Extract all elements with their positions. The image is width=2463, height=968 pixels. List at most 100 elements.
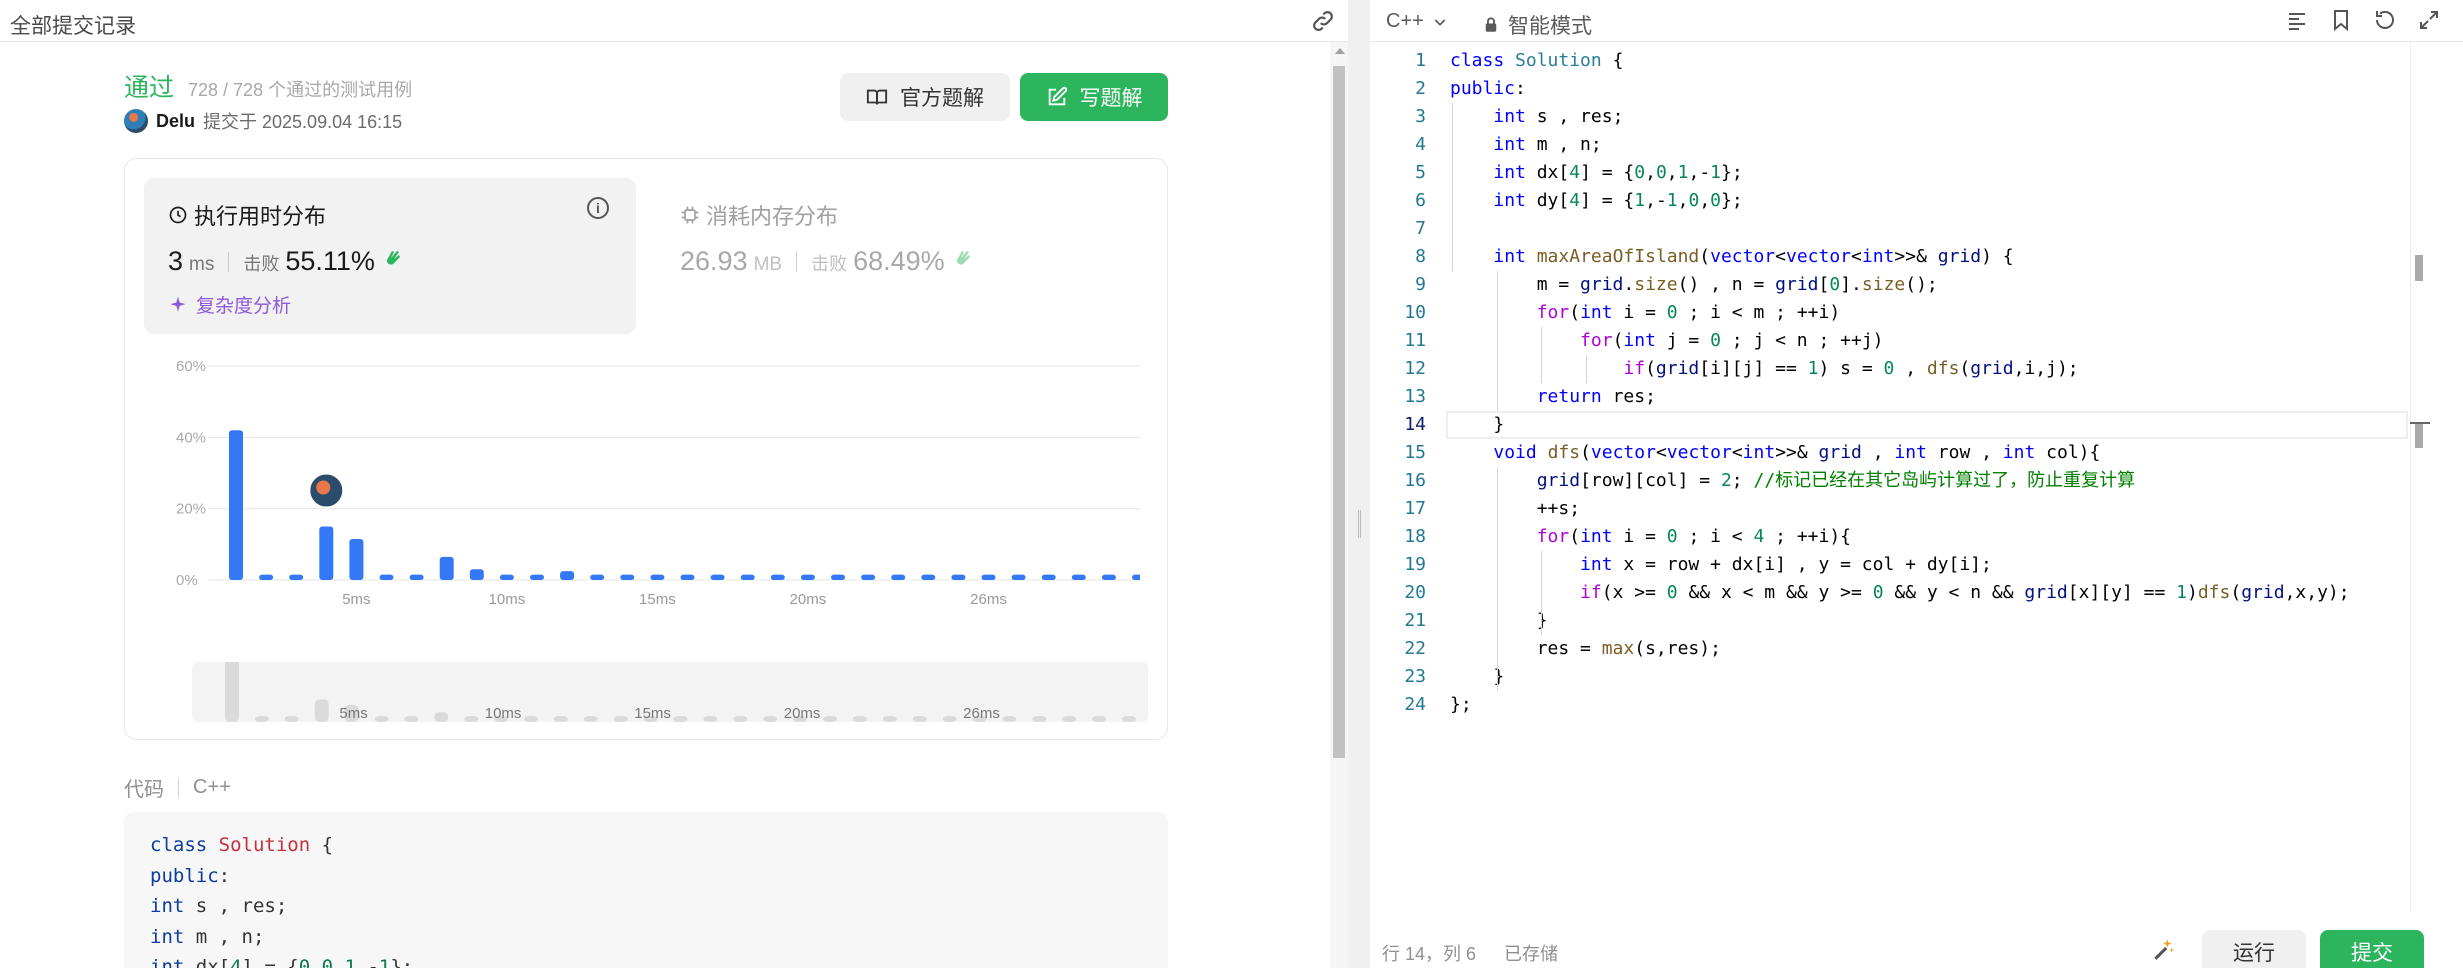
code-editor[interactable]: 1 class Solution {2 public: 3 int s , res; 4… <box>1370 50 2410 735</box>
write-solution-button[interactable]: 写题解 <box>1020 73 1168 121</box>
chart-bar <box>620 574 635 580</box>
bookmark-icon[interactable] <box>2329 8 2353 32</box>
editor-line[interactable]: 24}; <box>1370 691 2410 719</box>
editor-line[interactable]: 18 for(int i = 0 ; i < 4 ; ++i){ <box>1370 523 2410 551</box>
editor-line[interactable]: 9 m = grid.size() , n = grid[0].size(); <box>1370 271 2410 299</box>
chevron-down-icon <box>1434 18 1446 26</box>
chart-bar <box>1132 574 1140 580</box>
line-number: 12 <box>1404 358 1426 379</box>
editor-line[interactable]: 16 grid[row][col] = 2; //标记已经在其它岛屿计算过了，防… <box>1370 467 2410 495</box>
chart-bar <box>319 526 334 580</box>
author-name[interactable]: Delu <box>156 111 195 132</box>
editor-line[interactable]: 23 } <box>1370 663 2410 691</box>
minimap-bar <box>942 716 957 722</box>
language-select[interactable]: C++ <box>1386 10 1448 33</box>
minimap-bar <box>464 716 479 722</box>
runtime-value: 3 ms 击败 55.11% <box>168 246 405 277</box>
editor-overview-ruler[interactable] <box>2410 42 2428 912</box>
line-code: public: <box>1450 78 1526 99</box>
user-marker-avatar-detail <box>316 480 331 495</box>
chart-bar <box>680 574 695 580</box>
editor-mode[interactable]: 智能模式 <box>1482 10 1592 40</box>
clock-icon <box>169 206 187 224</box>
editor-line[interactable]: 4 int m , n; <box>1370 131 2410 159</box>
editor-line[interactable]: 5 int dx[4] = {0,0,1,-1}; <box>1370 159 2410 187</box>
line-code: int dx[4] = {0,0,1,-1}; <box>1493 162 1743 183</box>
editor-line[interactable]: 10 for(int i = 0 ; i < m ; ++i) <box>1370 299 2410 327</box>
expand-icon[interactable] <box>2417 8 2441 32</box>
runtime-beat-label: 击败 <box>243 254 280 274</box>
y-tick-label: 40% <box>176 429 206 446</box>
info-icon[interactable]: i <box>587 197 609 219</box>
editor-line[interactable]: 13 return res; <box>1370 383 2410 411</box>
runtime-unit: ms <box>189 254 215 275</box>
code-line: public: <box>150 864 231 887</box>
runtime-distribution-chart[interactable]: 60% 40% 20% 0% 5ms 10ms 15ms 20ms 26ms <box>150 350 1140 650</box>
editor-line[interactable]: 14 } <box>1370 411 2410 439</box>
editor-line[interactable]: 19 int x = row + dx[i] , y = col + dy[i]… <box>1370 551 2410 579</box>
editor-line[interactable]: 12 if(grid[i][j] == 1) s = 0 , dfs(grid,… <box>1370 355 2410 383</box>
line-number: 7 <box>1415 218 1426 239</box>
memory-title[interactable]: 消耗内存分布 <box>680 199 838 231</box>
line-code: res = max(s,res); <box>1450 638 1721 659</box>
line-number: 4 <box>1415 134 1426 155</box>
link-icon[interactable] <box>1310 8 1336 34</box>
line-number: 13 <box>1404 386 1426 407</box>
official-solution-button[interactable]: 官方题解 <box>840 73 1010 121</box>
minimap-bar <box>703 716 718 722</box>
chart-bar <box>1041 574 1056 580</box>
chart-bar <box>891 574 906 580</box>
minimap-bar <box>852 716 867 722</box>
chart-bar <box>259 574 274 580</box>
complexity-label: 复杂度分析 <box>196 296 292 317</box>
scrollbar-thumb[interactable] <box>1333 66 1345 758</box>
cursor-position: 行 14，列 6 <box>1382 944 1477 964</box>
submitted-code[interactable]: class Solution { public: int s , res; in… <box>124 812 1168 968</box>
editor-line[interactable]: 6 int dy[4] = {1,-1,0,0}; <box>1370 187 2410 215</box>
format-icon[interactable] <box>2285 8 2309 32</box>
runtime-title: 执行用时分布 <box>168 199 326 231</box>
editor-toolbar <box>2285 8 2441 32</box>
minimap-bar <box>1092 716 1107 722</box>
scroll-up-arrow[interactable] <box>1335 48 1345 54</box>
chart-bar <box>861 574 876 580</box>
code-lang: C++ <box>193 776 231 798</box>
chart-bar <box>349 538 364 580</box>
run-button[interactable]: 运行 <box>2202 930 2306 968</box>
line-number: 5 <box>1415 162 1426 183</box>
editor-line[interactable]: 11 for(int j = 0 ; j < n ; ++j) <box>1370 327 2410 355</box>
complexity-analysis-link[interactable]: 复杂度分析 <box>168 291 291 318</box>
ai-assistant-icon[interactable] <box>2150 936 2176 962</box>
editor-line[interactable]: 15 void dfs(vector<vector<int>>& grid , … <box>1370 439 2410 467</box>
code-line: int m , n; <box>150 925 265 948</box>
panel-title: 全部提交记录 <box>10 15 136 38</box>
runtime-title-label: 执行用时分布 <box>194 204 327 229</box>
line-code: void dfs(vector<vector<int>>& grid , int… <box>1493 442 2101 463</box>
editor-line[interactable]: 21 } <box>1370 607 2410 635</box>
editor-line[interactable]: 7 <box>1370 215 2410 243</box>
overview-marker <box>2415 422 2423 448</box>
editor-line[interactable]: 3 int s , res; <box>1370 103 2410 131</box>
submit-button[interactable]: 提交 <box>2320 930 2424 968</box>
editor-line[interactable]: 8 int maxAreaOfIsland(vector<vector<int>… <box>1370 243 2410 271</box>
chart-minimap[interactable]: 5ms 10ms 15ms 20ms 26ms <box>192 662 1148 722</box>
editor-line[interactable]: 17 ++s; <box>1370 495 2410 523</box>
indent-guide <box>1496 271 1498 411</box>
editor-line[interactable]: 22 res = max(s,res); <box>1370 635 2410 663</box>
chart-bar <box>1101 574 1116 580</box>
line-code: }; <box>1450 694 1472 715</box>
editor-line[interactable]: 20 if(x >= 0 && x < m && y >= 0 && y < n… <box>1370 579 2410 607</box>
line-code: int m , n; <box>1493 134 1602 155</box>
resize-handle[interactable] <box>1358 510 1361 538</box>
editor-line[interactable]: 2 public: <box>1370 75 2410 103</box>
reset-icon[interactable] <box>2373 8 2397 32</box>
chart-bar <box>1071 574 1086 580</box>
panel-resizer[interactable] <box>1348 0 1370 968</box>
editor-line[interactable]: 1 class Solution { <box>1370 47 2410 75</box>
submission-status: 通过 728 / 728 个通过的测试用例 <box>124 68 412 104</box>
status-passed: 通过 <box>124 74 175 102</box>
minimap-bar <box>254 716 269 722</box>
line-code: grid[row][col] = 2; //标记已经在其它岛屿计算过了，防止重复… <box>1536 470 2136 491</box>
avatar[interactable] <box>124 109 148 133</box>
chart-bar <box>951 574 966 580</box>
